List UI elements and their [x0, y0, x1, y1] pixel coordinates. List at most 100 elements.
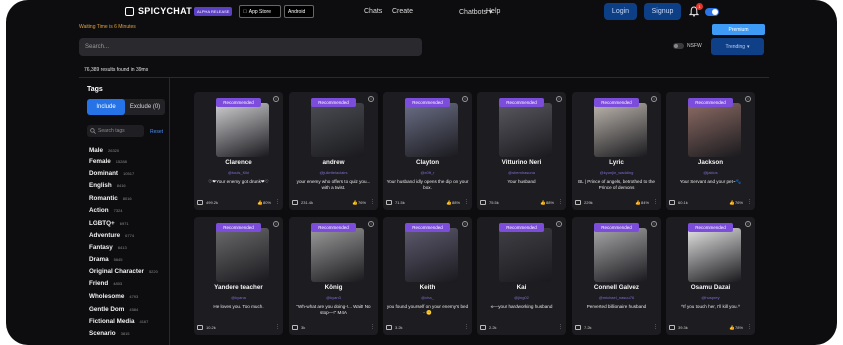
- tag-name: Adventure: [89, 232, 121, 239]
- nsfw-switch[interactable]: [673, 43, 684, 49]
- sidebar-tag[interactable]: Male 26320: [89, 147, 119, 154]
- creator-handle[interactable]: @juliettelaclairs: [289, 170, 378, 175]
- sidebar-tag[interactable]: Wholesome 4793: [89, 293, 138, 300]
- app-store-button[interactable]:  App Store: [239, 5, 281, 18]
- sidebar-tag[interactable]: Friend 4803: [89, 280, 122, 287]
- info-icon[interactable]: i: [556, 96, 562, 102]
- more-options-icon[interactable]: ⋮: [558, 199, 563, 205]
- sidebar-tag[interactable]: Adventure 6774: [89, 232, 134, 239]
- more-options-icon[interactable]: ⋮: [747, 324, 752, 330]
- more-options-icon[interactable]: ⋮: [370, 324, 375, 330]
- sidebar-tag[interactable]: Female 15288: [89, 158, 127, 165]
- character-card[interactable]: Recommended i Clarence @touls_Kiki ♡❤Your en…: [194, 92, 283, 210]
- character-card[interactable]: Recommended i Jackson @jaklos Your Servant a…: [666, 92, 755, 210]
- character-card[interactable]: Recommended i Vitturino Neri @sbemhasuna You…: [477, 92, 566, 210]
- character-card[interactable]: Recommended i Connell Galvez @michael_nasuu…: [572, 217, 661, 335]
- more-options-icon[interactable]: ⋮: [653, 199, 658, 205]
- tag-name: Romantic: [89, 195, 118, 202]
- chat-count: 3k: [301, 325, 306, 330]
- info-icon[interactable]: i: [651, 96, 657, 102]
- sidebar-tag[interactable]: Drama 5645: [89, 256, 123, 263]
- sort-dropdown[interactable]: Trending ▾: [711, 38, 764, 55]
- sidebar-tag[interactable]: Fictional Media 4167: [89, 318, 148, 325]
- include-tab[interactable]: Include: [87, 99, 125, 115]
- sidebar-tag[interactable]: Gentle Dom 4584: [89, 306, 138, 313]
- login-button[interactable]: Login: [604, 3, 637, 20]
- creator-handle[interactable]: @kyana: [194, 295, 283, 300]
- sidebar-tag[interactable]: Action 7324: [89, 207, 123, 214]
- search-input[interactable]: Search...: [79, 38, 422, 56]
- more-options-icon[interactable]: ⋮: [370, 199, 375, 205]
- nsfw-toggle[interactable]: NSFW: [673, 43, 702, 49]
- sidebar-tag[interactable]: LGBTQ+ 6971: [89, 220, 129, 227]
- character-description: "Wh-what are you doing-!... Wait! No sto…: [296, 304, 371, 315]
- app-window: SPICYCHAT ALPHA RELEASE  App Store Andr…: [6, 0, 837, 345]
- info-icon[interactable]: i: [462, 96, 468, 102]
- signup-button[interactable]: Signup: [644, 3, 681, 20]
- creator-handle[interactable]: @husprey: [666, 295, 755, 300]
- info-icon[interactable]: i: [651, 221, 657, 227]
- more-options-icon[interactable]: ⋮: [464, 199, 469, 205]
- chat-icon: [575, 325, 581, 330]
- tag-name: Gentle Dom: [89, 306, 125, 313]
- info-icon[interactable]: i: [368, 96, 374, 102]
- info-icon[interactable]: i: [745, 96, 751, 102]
- waiting-time-text: Waiting Time is 6 Minutes: [79, 24, 136, 30]
- character-card[interactable]: Recommended i Osamu Dazai @husprey ^If you t…: [666, 217, 755, 335]
- creator-handle[interactable]: @kyunjin_wadding: [572, 170, 661, 175]
- sidebar-tag[interactable]: Dominant 10517: [89, 170, 134, 177]
- character-card[interactable]: Recommended i Yandere teacher @kyana He love…: [194, 217, 283, 335]
- sidebar-tag[interactable]: Romantic 8016: [89, 195, 132, 202]
- creator-handle[interactable]: @touls_Kiki: [194, 170, 283, 175]
- creator-handle[interactable]: @jaklos: [666, 170, 755, 175]
- more-options-icon[interactable]: ⋮: [275, 324, 280, 330]
- premium-button[interactable]: Premium: [712, 24, 765, 35]
- more-options-icon[interactable]: ⋮: [558, 324, 563, 330]
- info-icon[interactable]: i: [556, 221, 562, 227]
- creator-handle[interactable]: @x0ft_r: [383, 170, 472, 175]
- info-icon[interactable]: i: [462, 221, 468, 227]
- info-icon[interactable]: i: [273, 96, 279, 102]
- character-card[interactable]: Recommended i König @kyan3 "Wh-what are you …: [289, 217, 378, 335]
- character-avatar: [688, 228, 741, 282]
- creator-handle[interactable]: @kyan3: [289, 295, 378, 300]
- more-options-icon[interactable]: ⋮: [275, 199, 280, 205]
- brand-logo[interactable]: SPICYCHAT: [125, 6, 192, 16]
- theme-toggle[interactable]: [705, 8, 719, 16]
- more-options-icon[interactable]: ⋮: [747, 199, 752, 205]
- nav-create[interactable]: Create: [392, 8, 413, 15]
- chat-icon: [480, 325, 486, 330]
- divider: [79, 77, 769, 78]
- info-icon[interactable]: i: [745, 221, 751, 227]
- creator-handle[interactable]: @michael_nasuu76: [572, 295, 661, 300]
- sidebar-tag[interactable]: English 8416: [89, 182, 126, 189]
- more-options-icon[interactable]: ⋮: [464, 324, 469, 330]
- nav-chats[interactable]: Chats: [364, 8, 382, 15]
- nav-help[interactable]: Help: [486, 8, 500, 15]
- character-card[interactable]: Recommended i andrew @juliettelaclairs your …: [289, 92, 378, 210]
- recommended-badge: Recommended: [499, 98, 544, 107]
- exclude-tab[interactable]: Exclude (0): [125, 99, 165, 115]
- character-avatar: [216, 103, 269, 157]
- reset-tags-button[interactable]: Reset: [150, 129, 163, 135]
- character-card[interactable]: Recommended i Kai @jing02 ⟡—your hardworking…: [477, 217, 566, 335]
- tag-count: 6971: [119, 221, 129, 226]
- more-options-icon[interactable]: ⋮: [653, 324, 658, 330]
- chat-count: 39.3k: [678, 325, 688, 330]
- info-icon[interactable]: i: [273, 221, 279, 227]
- sidebar-tag[interactable]: Original Character 5220: [89, 268, 158, 275]
- chat-count: 60.1k: [678, 200, 688, 205]
- character-card[interactable]: Recommended i Lyric @kyunjin_wadding BL | Pr…: [572, 92, 661, 210]
- android-button[interactable]: Android: [284, 5, 314, 18]
- creator-handle[interactable]: @jing02: [477, 295, 566, 300]
- card-footer: 3.2k ⋮: [386, 324, 469, 331]
- info-icon[interactable]: i: [368, 221, 374, 227]
- character-card[interactable]: Recommended i Keith @cha_ you found yourself…: [383, 217, 472, 335]
- character-name: Osamu Dazai: [690, 284, 731, 291]
- creator-handle[interactable]: @sbemhasuna: [477, 170, 566, 175]
- tag-count: 3815: [120, 331, 130, 336]
- sidebar-tag[interactable]: Scenario 3815: [89, 330, 130, 337]
- character-card[interactable]: Recommended i Clayton @x0ft_r Your husband i…: [383, 92, 472, 210]
- sidebar-tag[interactable]: Fantasy 6413: [89, 244, 127, 251]
- creator-handle[interactable]: @cha_: [383, 295, 472, 300]
